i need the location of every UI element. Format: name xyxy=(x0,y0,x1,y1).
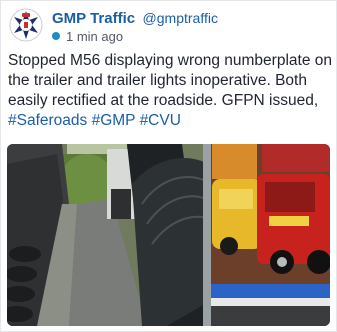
tweet-header: GMP Traffic @gmptraffic 1 min ago xyxy=(7,6,330,44)
tweet-text: Stopped M56 displaying wrong numberplate… xyxy=(8,51,332,131)
tweet-photo[interactable] xyxy=(7,144,330,326)
status-dot xyxy=(52,32,60,40)
tweet-body: Stopped M56 displaying wrong numberplate… xyxy=(8,52,332,109)
police-crest-icon[interactable] xyxy=(9,8,43,42)
timestamp-row: 1 min ago xyxy=(52,29,123,44)
author-name-row: GMP Traffic @gmptraffic xyxy=(52,10,218,28)
account-handle[interactable]: @gmptraffic xyxy=(143,10,218,26)
timestamp[interactable]: 1 min ago xyxy=(66,29,123,44)
hashtag-link[interactable]: #Saferoads xyxy=(8,112,87,129)
hashtag-link[interactable]: #CVU xyxy=(140,112,181,129)
tweet-card: GMP Traffic @gmptraffic 1 min ago Stoppe… xyxy=(0,0,337,332)
display-name[interactable]: GMP Traffic xyxy=(52,10,135,27)
hashtag-link[interactable]: #GMP xyxy=(92,112,136,129)
